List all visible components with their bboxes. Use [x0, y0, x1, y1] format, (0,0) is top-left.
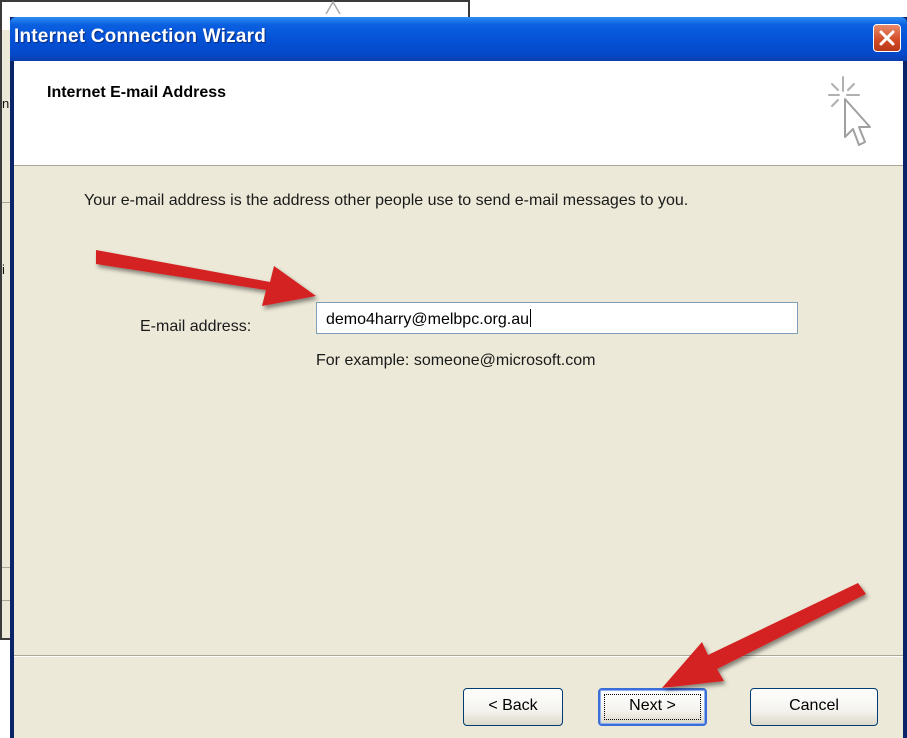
back-button[interactable]: < Back — [463, 688, 563, 726]
description-text: Your e-mail address is the address other… — [84, 192, 689, 209]
email-address-input[interactable]: demo4harry@melbpc.org.au — [316, 302, 798, 334]
page-title: Internet E-mail Address — [47, 84, 227, 101]
background-text-fragment: i — [2, 262, 5, 277]
email-address-text: demo4harry@melbpc.org.au — [326, 311, 530, 328]
email-example-hint: For example: someone@microsoft.com — [316, 352, 596, 369]
dialog-client-area: Internet E-mail Address Your e-mail addr… — [14, 61, 903, 738]
email-address-label: E-mail address: — [140, 318, 252, 335]
cancel-button[interactable]: Cancel — [750, 688, 878, 726]
back-button-label: < Back — [488, 697, 538, 714]
text-caret — [530, 309, 532, 327]
wizard-cursor-icon — [828, 76, 871, 146]
next-button-label: Next > — [629, 697, 676, 714]
wizard-header: Internet E-mail Address — [14, 61, 903, 166]
email-address-value: demo4harry@melbpc.org.au — [326, 309, 532, 329]
footer-separator — [14, 655, 903, 657]
cancel-button-label: Cancel — [789, 697, 839, 714]
background-cursor-icon — [325, 0, 341, 14]
title-bar[interactable]: Internet Connection Wizard — [10, 17, 907, 61]
close-icon — [879, 30, 895, 46]
window-title: Internet Connection Wizard — [14, 26, 267, 47]
background-text-fragment: n — [2, 96, 10, 111]
internet-connection-wizard-dialog: Internet Connection Wizard Internet E-ma… — [10, 17, 907, 738]
next-button[interactable]: Next > — [598, 688, 707, 726]
close-button[interactable] — [873, 24, 901, 52]
